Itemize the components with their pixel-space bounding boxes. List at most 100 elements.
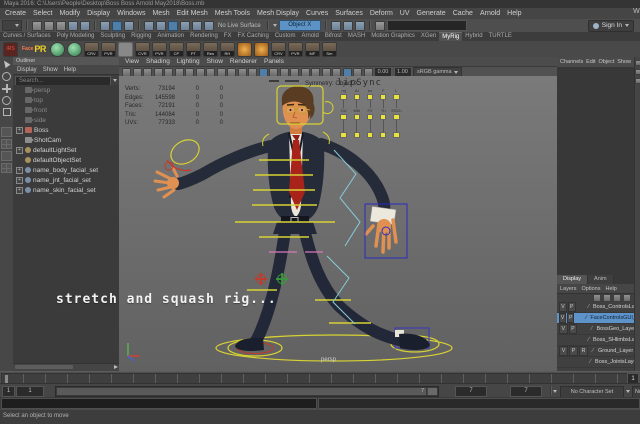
layer-row-ground[interactable]: V P R ∕ Ground_Layer [557,346,634,357]
help-menu[interactable]: Help [605,286,616,292]
new-layer-from-selected-icon[interactable] [623,294,631,302]
tab-display[interactable]: Display [557,275,588,284]
shelf-tab-fx[interactable]: FX [221,32,235,41]
viewport-menu-view[interactable]: View [125,58,139,65]
viewport-menu-shading[interactable]: Shading [146,58,170,65]
menu-surfaces[interactable]: Surfaces [335,10,363,17]
outliner-menu-show[interactable]: Show [43,67,58,73]
playback-toggle[interactable]: P [567,313,574,323]
viewport-menu-panels[interactable]: Panels [264,58,284,65]
shelf-tab-animation[interactable]: Animation [154,32,187,41]
snap-point-icon[interactable] [168,21,178,31]
layer-row-bossgeo[interactable]: V P ∕ BossGeo_Layer [557,324,634,335]
menu-mesh-tools[interactable]: Mesh Tools [215,10,250,17]
quick-rename-input[interactable] [387,20,467,31]
playback-toggle[interactable]: P [568,302,576,312]
shelf-button-flower-icon[interactable] [254,42,269,57]
menu-curves[interactable]: Curves [306,10,328,17]
save-scene-icon[interactable] [56,21,66,31]
redo-icon[interactable] [80,21,90,31]
menu-windows[interactable]: Windows [117,10,145,17]
layer-color-icon[interactable]: ∕ [585,304,592,310]
menu-select[interactable]: Select [33,10,52,17]
outliner-item-defaultlightset[interactable]: +defaultLightSet [13,145,119,155]
outliner-item-side[interactable]: side [13,115,119,125]
command-input[interactable] [1,398,317,409]
channelbox-menu-edit[interactable]: Edit [586,59,595,65]
expand-icon[interactable]: + [16,167,23,174]
tab-anim[interactable]: Anim [588,275,614,284]
snap-curve-icon[interactable] [156,21,166,31]
character-set-menu-icon[interactable] [553,390,557,393]
shelf-tab-custom[interactable]: Custom [272,32,299,41]
options-menu[interactable]: Options [582,286,601,292]
menu-mesh[interactable]: Mesh [152,10,169,17]
display-type-toggle[interactable] [578,357,586,367]
outliner-h-scrollbar[interactable] [13,363,119,371]
shelf-button-irs[interactable]: IRS [3,42,18,57]
layout-four-pane-button[interactable] [1,139,12,149]
expand-icon[interactable]: + [16,147,23,154]
visibility-toggle[interactable]: V [559,324,568,334]
expand-icon[interactable]: + [16,187,23,194]
shelf-tab-rendering[interactable]: Rendering [187,32,221,41]
anim-layer-menu-icon[interactable] [626,390,630,393]
shelf-tab-hybrid[interactable]: Hybrid [462,32,485,41]
selection-mask-dropdown[interactable] [2,20,22,31]
visibility-toggle[interactable]: V [559,346,568,356]
layer-color-icon[interactable]: ∕ [588,326,596,332]
snap-plane-icon[interactable] [180,21,190,31]
layout-persp-outliner-button[interactable] [1,151,12,161]
slider-handle[interactable] [340,132,347,138]
range-slider-grip[interactable] [427,388,437,395]
channel-box-icon[interactable] [635,78,640,84]
shelf-button-sphere-icon[interactable] [67,42,82,57]
tool-settings-icon[interactable] [635,69,640,75]
shelf-button-pencil-icon[interactable]: Res [203,42,218,57]
outliner-search-input[interactable]: Search... [15,76,111,86]
display-type-toggle[interactable] [578,324,587,334]
playback-toggle[interactable] [568,335,576,345]
chevron-down-icon[interactable] [273,24,277,27]
scrollbar-thumb[interactable] [15,365,73,369]
outliner-item-defaultobjectset[interactable]: defaultObjectSet [13,155,119,165]
lasso-tool-icon[interactable] [2,72,11,81]
animation-start-field[interactable]: 1 [2,386,15,397]
display-type-toggle[interactable]: R [579,346,588,356]
layer-color-icon[interactable]: ∕ [583,315,589,321]
snap-grid-icon[interactable] [144,21,154,31]
playback-start-field[interactable]: 1 [16,386,44,397]
menu-cache[interactable]: Cache [453,10,473,17]
visibility-toggle[interactable]: V [559,313,566,323]
shelf-tab-turtle[interactable]: TURTLE [486,32,515,41]
new-empty-layer-icon[interactable] [613,294,621,302]
viewport-menu-show[interactable]: Show [207,58,223,65]
animation-end-field[interactable]: 7 [510,386,542,397]
shelf-button-uv-grid-icon[interactable] [118,42,133,57]
shelf-tab-xgen[interactable]: XGen [418,32,439,41]
shelf-tab-fx-caching[interactable]: FX Caching [234,32,271,41]
channel-box-empty-area[interactable] [557,67,634,276]
shelf-button-character-icon[interactable]: CRV [271,42,286,57]
playback-toggle[interactable]: P [569,346,578,356]
sign-in-button[interactable]: Sign In [588,20,634,32]
shelf-button-pencil-icon[interactable]: RH [220,42,235,57]
expand-icon[interactable]: + [16,127,23,134]
channelbox-menu-show[interactable]: Show [617,59,631,65]
playback-end-field[interactable]: 7 [455,386,487,397]
channelbox-menu-channels[interactable]: Channels [560,59,583,65]
shelf-button-joint-icon[interactable]: CP [169,42,184,57]
expand-icon[interactable]: + [16,177,23,184]
shelf-tab-sculpting[interactable]: Sculpting [97,32,128,41]
menu-generate[interactable]: Generate [417,10,446,17]
render-icon[interactable] [331,21,341,31]
ipr-render-icon[interactable] [343,21,353,31]
shelf-button-sm-icon[interactable]: Sm [322,42,337,57]
lipsync-sliders-row3[interactable] [337,132,403,138]
move-layer-down-icon[interactable] [603,294,611,302]
menu-create[interactable]: Create [5,10,26,17]
range-slider-track[interactable]: 7 [55,386,439,397]
menu-edit-mesh[interactable]: Edit Mesh [177,10,208,17]
shelf-tab-mash[interactable]: MASH [345,32,368,41]
shelf-tab-rigging[interactable]: Rigging [128,32,154,41]
